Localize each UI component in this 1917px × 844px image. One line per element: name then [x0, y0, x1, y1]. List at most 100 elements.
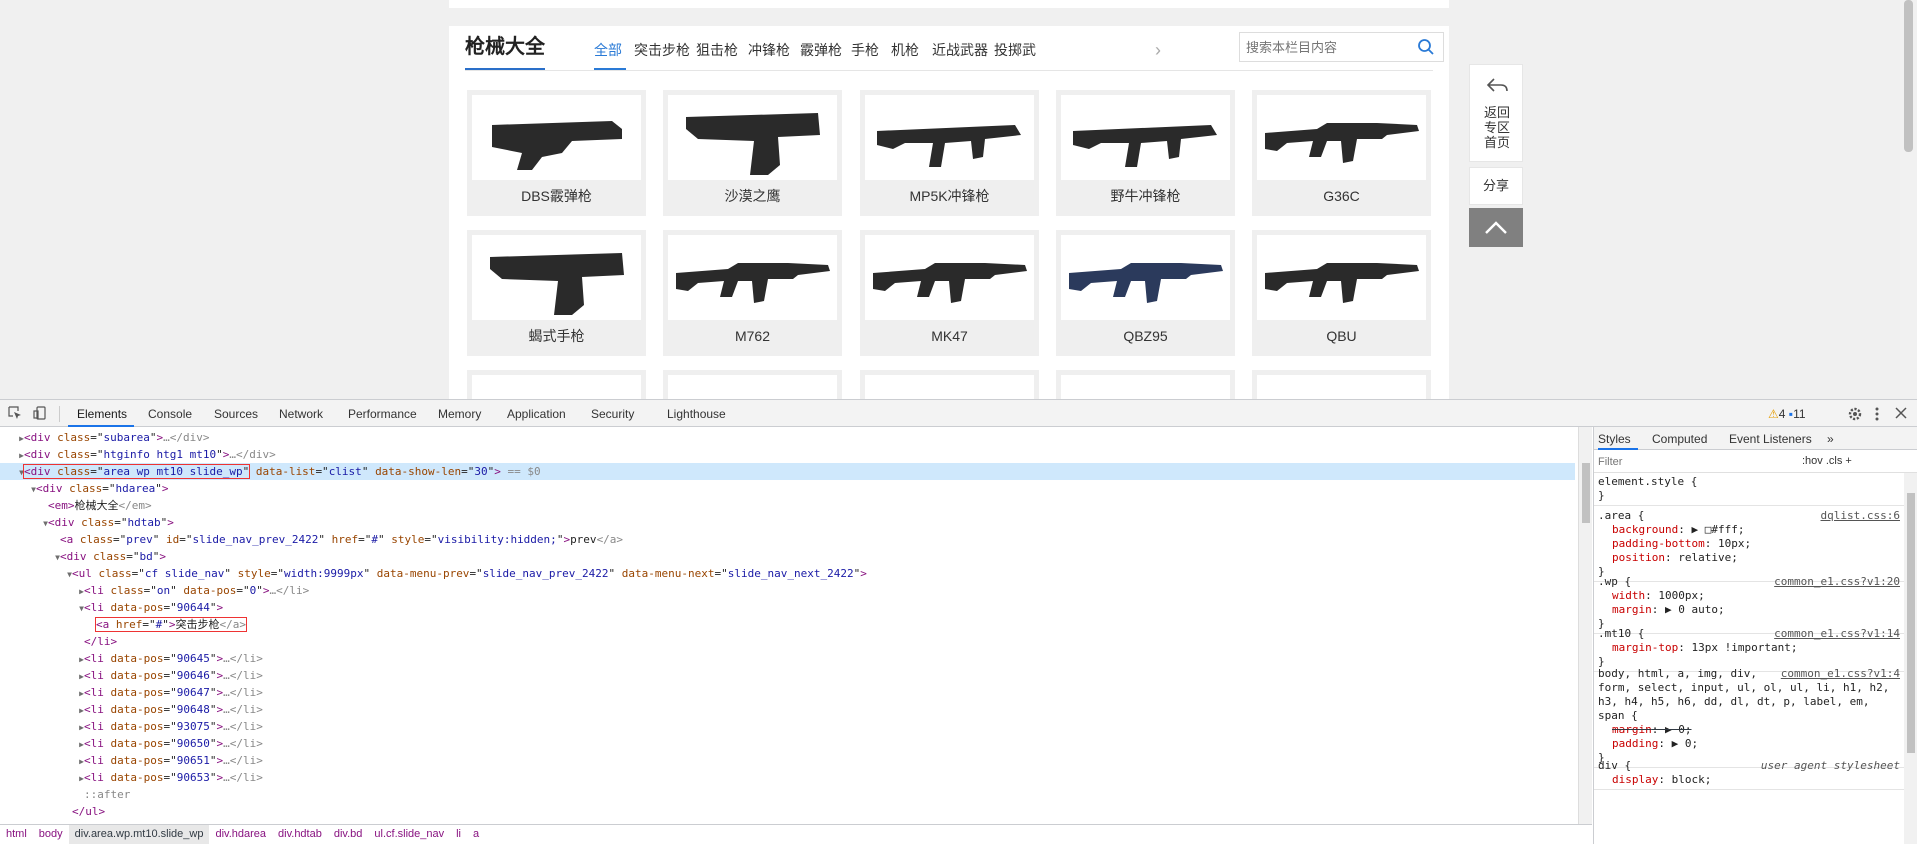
breadcrumb-item[interactable]: div.area.wp.mt10.slide_wp	[68, 825, 210, 844]
breadcrumb-item[interactable]: div.hdtab	[272, 825, 328, 844]
dom-node-line[interactable]: ▼<div class="hdtab">	[0, 514, 1575, 531]
dom-node-line[interactable]: ▼<div class="area wp mt10 slide_wp" data…	[0, 463, 1575, 480]
dom-node-line[interactable]: ▶<li data-pos="90651">…</li>	[0, 752, 1575, 769]
dom-node-line[interactable]: <a href="#">突击步枪</a>	[0, 616, 1575, 633]
issues-counter[interactable]: ⚠4 ▪11	[1768, 407, 1806, 421]
breadcrumb-item[interactable]: ul.cf.slide_nav	[368, 825, 450, 844]
expand-toggle-icon[interactable]: ▼	[0, 548, 60, 566]
dom-node-line[interactable]: </li>	[0, 633, 1575, 650]
weapon-card[interactable]: DBS霰弹枪	[467, 90, 646, 216]
expand-toggle-icon[interactable]: ▼	[0, 599, 84, 617]
weapon-card[interactable]: MK47	[860, 230, 1039, 356]
tab-category[interactable]: 突击步枪	[634, 41, 690, 59]
dom-node-line[interactable]: ▶<li data-pos="90645">…</li>	[0, 650, 1575, 667]
breadcrumb-item[interactable]: li	[450, 825, 467, 844]
dom-node-line[interactable]: ▶<div class="subarea">…</div>	[0, 429, 1575, 446]
dom-node-line[interactable]: ▼<ul class="cf slide_nav" style="width:9…	[0, 565, 1575, 582]
css-declaration[interactable]: width: 1000px;	[1598, 589, 1900, 603]
tab-category[interactable]: 狙击枪	[696, 41, 738, 59]
devtools-tab-performance[interactable]: Performance	[348, 407, 417, 421]
elements-scrollbar-thumb[interactable]	[1582, 463, 1590, 523]
dom-node-line[interactable]: ▶<li data-pos="90648">…</li>	[0, 701, 1575, 718]
tab-category[interactable]: 投掷武	[994, 41, 1036, 59]
css-declaration[interactable]: padding: ▶ 0;	[1598, 737, 1900, 751]
expand-toggle-icon[interactable]: ▼	[0, 565, 72, 583]
devtools-tab-security[interactable]: Security	[591, 407, 634, 421]
css-declaration[interactable]: background: ▶ □#fff;	[1598, 523, 1900, 537]
weapon-card-partial[interactable]	[663, 370, 842, 399]
dom-node-line[interactable]: ▶<li data-pos="90646">…</li>	[0, 667, 1575, 684]
css-source-link[interactable]: common_e1.css?v1:20	[1774, 575, 1900, 588]
breadcrumb-item[interactable]: div.bd	[328, 825, 369, 844]
tab-category[interactable]: 霰弹枪	[800, 41, 842, 59]
weapon-card[interactable]: G36C	[1252, 90, 1431, 216]
expand-toggle-icon[interactable]: ▼	[0, 463, 24, 481]
dom-node-line[interactable]: <a class="prev" id="slide_nav_prev_2422"…	[0, 531, 1575, 548]
dom-node-line[interactable]: ::after	[0, 786, 1575, 803]
tab-category[interactable]: 手枪	[851, 41, 879, 59]
device-toolbar-icon[interactable]	[33, 406, 47, 420]
devtools-tab-memory[interactable]: Memory	[438, 407, 481, 421]
css-declaration[interactable]: margin-top: 13px !important;	[1598, 641, 1900, 655]
expand-toggle-icon[interactable]: ▶	[0, 446, 24, 464]
page-scrollbar-thumb[interactable]	[1904, 0, 1913, 152]
tab-category[interactable]: 近战武器	[932, 41, 988, 59]
styles-tab[interactable]: Event Listeners	[1729, 432, 1812, 446]
styles-scrollbar-thumb[interactable]	[1907, 493, 1915, 753]
dom-node-line[interactable]: ▶<li data-pos="90653">…</li>	[0, 769, 1575, 786]
styles-scrollbar[interactable]	[1904, 473, 1917, 844]
expand-toggle-icon[interactable]: ▶	[0, 701, 84, 719]
weapon-card-partial[interactable]	[1056, 370, 1235, 399]
devtools-tab-elements[interactable]: Elements	[77, 407, 127, 421]
weapon-card-partial[interactable]	[860, 370, 1039, 399]
expand-toggle-icon[interactable]: ▶	[0, 718, 84, 736]
elements-scrollbar[interactable]	[1578, 427, 1592, 824]
css-source-link[interactable]: dqlist.css:6	[1821, 509, 1900, 522]
devtools-tab-application[interactable]: Application	[507, 407, 566, 421]
dom-node-line[interactable]: ▶<li data-pos="90650">…</li>	[0, 735, 1575, 752]
dom-node-line[interactable]: ▶<li data-pos="90647">…</li>	[0, 684, 1575, 701]
dom-node-line[interactable]: ▶<li class="on" data-pos="0">…</li>	[0, 582, 1575, 599]
styles-filter-input[interactable]	[1598, 453, 1798, 471]
weapon-card[interactable]: MP5K冲锋枪	[860, 90, 1039, 216]
expand-toggle-icon[interactable]: ▶	[0, 429, 24, 447]
breadcrumb-item[interactable]: html	[0, 825, 33, 844]
weapon-card[interactable]: 蝎式手枪	[467, 230, 646, 356]
dom-node-line[interactable]: ▼<div class="bd">	[0, 548, 1575, 565]
weapon-card-partial[interactable]	[467, 370, 646, 399]
expand-toggle-icon[interactable]: ▶	[0, 684, 84, 702]
css-source-link[interactable]: common_e1.css?v1:14	[1774, 627, 1900, 640]
css-declaration[interactable]: padding-bottom: 10px;	[1598, 537, 1900, 551]
tabs-next-chevron-icon[interactable]: ›	[1155, 40, 1161, 61]
expand-toggle-icon[interactable]: ▼	[0, 480, 36, 498]
weapon-card[interactable]: 野牛冲锋枪	[1056, 90, 1235, 216]
page-scrollbar[interactable]	[1900, 0, 1917, 399]
inspect-element-icon[interactable]	[8, 406, 22, 420]
weapon-card[interactable]: M762	[663, 230, 842, 356]
devtools-tab-network[interactable]: Network	[279, 407, 323, 421]
breadcrumb-item[interactable]: a	[467, 825, 485, 844]
devtools-tab-sources[interactable]: Sources	[214, 407, 258, 421]
back-to-home-button[interactable]: 返回 专区 首页	[1469, 64, 1523, 162]
weapon-card[interactable]: 沙漠之鹰	[663, 90, 842, 216]
weapon-card[interactable]: QBU	[1252, 230, 1431, 356]
settings-gear-icon[interactable]	[1847, 406, 1863, 422]
expand-toggle-icon[interactable]: ▶	[0, 735, 84, 753]
breadcrumb-item[interactable]: div.hdarea	[209, 825, 272, 844]
styles-tab[interactable]: Styles	[1598, 432, 1631, 446]
tab-all[interactable]: 全部	[594, 41, 622, 59]
weapon-card-partial[interactable]	[1252, 370, 1431, 399]
back-to-top-button[interactable]	[1469, 208, 1523, 247]
weapon-card[interactable]: QBZ95	[1056, 230, 1235, 356]
expand-toggle-icon[interactable]: ▶	[0, 650, 84, 668]
tab-category[interactable]: 机枪	[891, 41, 919, 59]
expand-toggle-icon[interactable]: ▼	[0, 514, 48, 532]
dom-node-line[interactable]: </ul>	[0, 803, 1575, 820]
tab-category[interactable]: 冲锋枪	[748, 41, 790, 59]
search-icon[interactable]	[1417, 38, 1435, 56]
more-options-icon[interactable]	[1874, 406, 1880, 422]
css-declaration[interactable]: margin: ▶ 0;	[1598, 723, 1900, 737]
styles-tab[interactable]: »	[1827, 432, 1834, 446]
dom-node-line[interactable]: ▶<li data-pos="93075">…</li>	[0, 718, 1575, 735]
css-declaration[interactable]: margin: ▶ 0 auto;	[1598, 603, 1900, 617]
